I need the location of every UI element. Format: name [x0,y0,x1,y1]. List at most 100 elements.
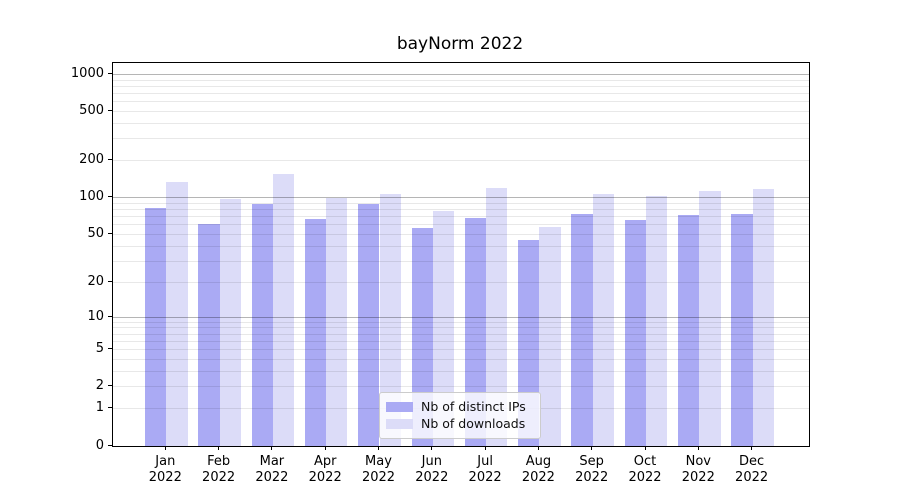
plot-area: Nb of distinct IPs Nb of downloads [112,62,810,447]
x-tick-month: May [349,454,409,470]
x-tick-label-jun: Jun2022 [402,454,462,486]
y-tick-label: 10 [34,310,104,323]
x-tick-month: Oct [615,454,675,470]
x-tick-year: 2022 [135,470,195,486]
minor-gridline [113,101,809,102]
y-tick-label: 2 [34,379,104,392]
bar-aug-downloads [539,227,560,446]
legend: Nb of distinct IPs Nb of downloads [379,392,541,439]
x-tick-month: Jan [135,454,195,470]
minor-gridline [113,216,809,217]
x-tick-year: 2022 [668,470,728,486]
legend-item-downloads: Nb of downloads [386,415,532,432]
minor-gridline [113,386,809,387]
bar-apr-distinct-ips [305,219,326,446]
minor-gridline [113,111,809,112]
y-tick-label: 1 [34,401,104,414]
y-tick-mark [108,159,112,160]
x-tick-month: Feb [189,454,249,470]
bar-may-distinct-ips [358,204,379,446]
major-gridline [113,197,809,198]
x-tick-label-sep: Sep2022 [562,454,622,486]
minor-gridline [113,123,809,124]
legend-label-distinct-ips: Nb of distinct IPs [421,399,526,414]
minor-gridline [113,349,809,350]
minor-gridline [113,261,809,262]
y-tick-label: 50 [34,227,104,240]
x-tick-month: Apr [295,454,355,470]
minor-gridline [113,224,809,225]
y-tick-mark [108,110,112,111]
y-tick-mark [108,445,112,446]
x-tick-mark [165,446,166,450]
x-tick-mark [591,446,592,450]
x-tick-label-feb: Feb2022 [189,454,249,486]
legend-swatch-distinct-ips [386,402,413,412]
x-tick-label-may: May2022 [349,454,409,486]
minor-gridline [113,322,809,323]
x-tick-year: 2022 [722,470,782,486]
x-tick-month: Jun [402,454,462,470]
minor-gridline [113,80,809,81]
major-gridline [113,317,809,318]
x-tick-month: Aug [508,454,568,470]
x-tick-year: 2022 [295,470,355,486]
x-tick-mark [485,446,486,450]
bar-mar-downloads [273,174,294,446]
y-tick-mark [108,196,112,197]
x-tick-label-jul: Jul2022 [455,454,515,486]
x-tick-year: 2022 [349,470,409,486]
x-tick-mark [645,446,646,450]
y-tick-label: 5 [34,342,104,355]
x-tick-year: 2022 [189,470,249,486]
y-tick-mark [108,348,112,349]
minor-gridline [113,341,809,342]
minor-gridline [113,138,809,139]
y-tick-label: 0 [34,439,104,452]
x-tick-mark [378,446,379,450]
x-tick-year: 2022 [508,470,568,486]
bar-jan-downloads [166,182,187,446]
x-tick-month: Jul [455,454,515,470]
y-tick-mark [108,316,112,317]
x-tick-mark [271,446,272,450]
x-tick-month: Dec [722,454,782,470]
legend-swatch-downloads [386,419,413,429]
y-tick-label: 1000 [34,67,104,80]
x-tick-year: 2022 [562,470,622,486]
major-gridline [113,74,809,75]
y-tick-mark [108,385,112,386]
y-tick-mark [108,281,112,282]
x-tick-label-aug: Aug2022 [508,454,568,486]
x-tick-mark [431,446,432,450]
y-tick-label: 100 [34,190,104,203]
x-tick-label-mar: Mar2022 [242,454,302,486]
x-tick-label-apr: Apr2022 [295,454,355,486]
x-tick-month: Mar [242,454,302,470]
minor-gridline [113,234,809,235]
minor-gridline [113,334,809,335]
bar-sep-distinct-ips [571,214,592,446]
minor-gridline [113,209,809,210]
y-tick-mark [108,407,112,408]
legend-item-distinct-ips: Nb of distinct IPs [386,398,532,415]
x-tick-mark [218,446,219,450]
chart-title: bayNorm 2022 [112,34,808,54]
minor-gridline [113,359,809,360]
x-tick-month: Sep [562,454,622,470]
x-tick-label-nov: Nov2022 [668,454,728,486]
x-tick-label-jan: Jan2022 [135,454,195,486]
x-tick-mark [325,446,326,450]
bar-dec-distinct-ips [731,214,752,446]
bar-nov-distinct-ips [678,215,699,446]
minor-gridline [113,246,809,247]
y-tick-label: 200 [34,153,104,166]
minor-gridline [113,203,809,204]
x-tick-year: 2022 [615,470,675,486]
x-tick-year: 2022 [455,470,515,486]
x-tick-month: Nov [668,454,728,470]
minor-gridline [113,327,809,328]
minor-gridline [113,93,809,94]
minor-gridline [113,282,809,283]
y-tick-mark [108,73,112,74]
